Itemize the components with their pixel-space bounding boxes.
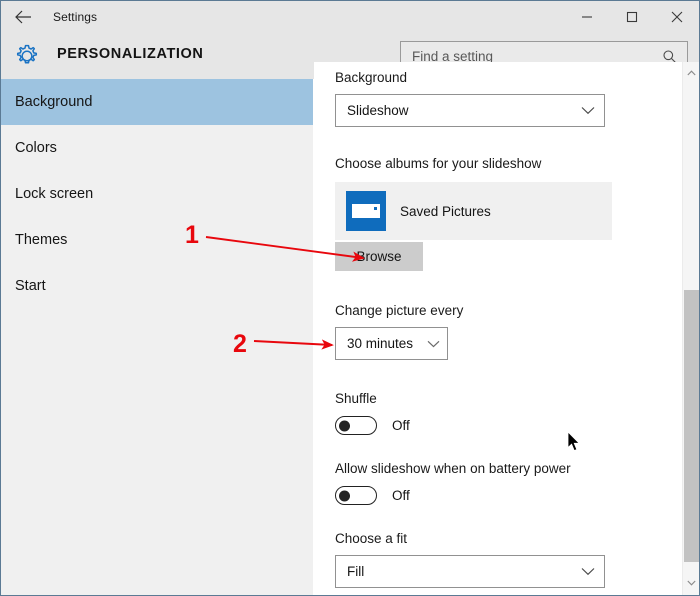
battery-state: Off <box>392 488 410 503</box>
background-dropdown[interactable]: Slideshow <box>335 94 605 127</box>
content-inner: Background Slideshow Choose albums for y… <box>335 62 677 588</box>
picture-album-icon <box>346 191 386 231</box>
maximize-icon <box>626 11 638 23</box>
mouse-cursor-icon <box>567 431 582 458</box>
sidebar-item-background[interactable]: Background <box>1 79 313 125</box>
page-title: PERSONALIZATION <box>57 46 203 62</box>
shuffle-toggle[interactable] <box>335 416 377 435</box>
scrollbar-thumb[interactable] <box>684 290 699 562</box>
fit-dropdown-value: Fill <box>347 564 364 579</box>
scroll-up-icon[interactable] <box>683 64 699 81</box>
sidebar-item-colors[interactable]: Colors <box>1 125 313 171</box>
annotation-number-1: 1 <box>185 223 199 248</box>
battery-toggle[interactable] <box>335 486 377 505</box>
window-controls <box>564 1 699 32</box>
close-icon <box>671 11 683 23</box>
sidebar-item-label: Colors <box>15 140 57 156</box>
chevron-down-icon <box>581 106 595 115</box>
settings-content-pane: Background Slideshow Choose albums for y… <box>314 62 699 595</box>
maximize-button[interactable] <box>609 1 654 32</box>
close-button[interactable] <box>654 1 699 32</box>
battery-label: Allow slideshow when on battery power <box>335 461 677 476</box>
sidebar-item-label: Themes <box>15 232 67 248</box>
chevron-down-icon <box>581 567 595 576</box>
content-scrollbar[interactable] <box>682 62 699 595</box>
fit-dropdown[interactable]: Fill <box>335 555 605 588</box>
shuffle-toggle-row: Off <box>335 416 677 435</box>
scroll-down-icon[interactable] <box>683 574 699 591</box>
sidebar-item-themes[interactable]: Themes <box>1 217 313 263</box>
minimize-button[interactable] <box>564 1 609 32</box>
shuffle-label: Shuffle <box>335 391 677 406</box>
chevron-down-icon <box>427 340 440 348</box>
title-bar: Settings <box>1 1 699 32</box>
sidebar-item-label: Start <box>15 278 46 294</box>
album-name: Saved Pictures <box>400 204 491 219</box>
settings-window: Settings <box>0 0 700 596</box>
back-arrow-icon <box>15 10 32 24</box>
sidebar-item-label: Lock screen <box>15 186 93 202</box>
sidebar-item-start[interactable]: Start <box>1 263 313 309</box>
sidebar-item-label: Background <box>15 94 92 110</box>
shuffle-state: Off <box>392 418 410 433</box>
sidebar-item-lock-screen[interactable]: Lock screen <box>1 171 313 217</box>
interval-dropdown-value: 30 minutes <box>347 336 413 351</box>
sidebar-nav: Background Colors Lock screen Themes Sta… <box>1 79 313 595</box>
browse-button-label: Browse <box>356 249 401 264</box>
annotation-number-2: 2 <box>233 332 247 357</box>
browse-button[interactable]: Browse <box>335 242 423 271</box>
albums-label: Choose albums for your slideshow <box>335 156 677 171</box>
background-dropdown-value: Slideshow <box>347 103 409 118</box>
gear-icon <box>11 40 43 72</box>
background-label: Background <box>335 70 677 85</box>
fit-label: Choose a fit <box>335 531 677 546</box>
minimize-icon <box>581 11 593 23</box>
interval-label: Change picture every <box>335 303 677 318</box>
album-list[interactable]: Saved Pictures <box>335 182 612 240</box>
battery-toggle-row: Off <box>335 486 677 505</box>
back-button[interactable] <box>1 1 45 32</box>
window-title: Settings <box>53 10 97 24</box>
interval-dropdown[interactable]: 30 minutes <box>335 327 448 360</box>
